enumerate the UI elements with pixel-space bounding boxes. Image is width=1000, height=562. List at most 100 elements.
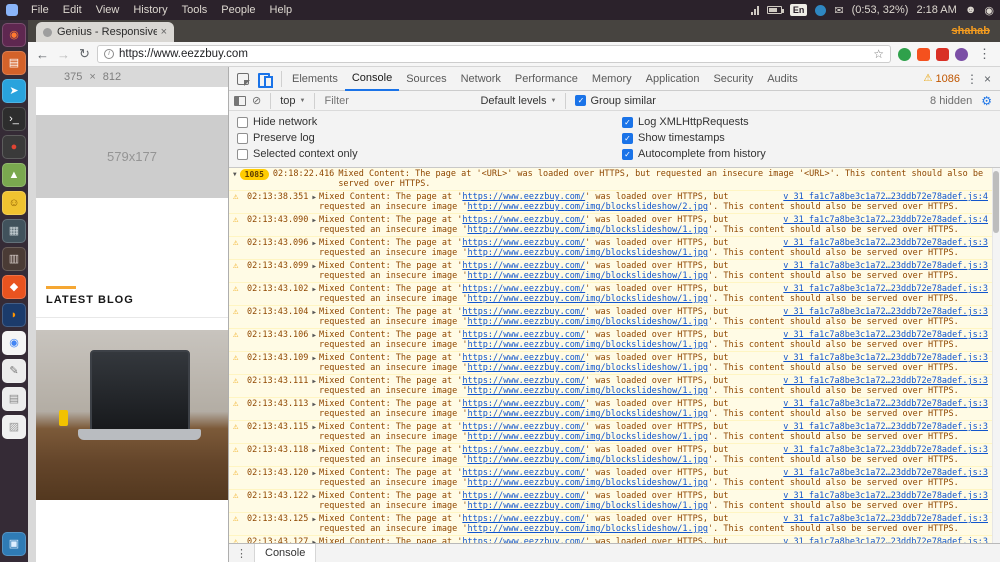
expand-caret-icon[interactable]: ▶ xyxy=(312,400,316,410)
execution-context-select[interactable]: top ▼ xyxy=(280,95,305,107)
devtools-menu-icon[interactable]: ⋮ xyxy=(966,72,978,86)
mail-icon[interactable]: ✉ xyxy=(834,4,843,17)
expand-caret-icon[interactable]: ▶ xyxy=(312,262,316,272)
bookmark-star-icon[interactable]: ☆ xyxy=(873,47,884,61)
source-location-link[interactable]: v_31_fa1c7a8be3c1a72…23ddb72e78adef.js:3 xyxy=(783,422,988,432)
firefox-icon[interactable]: ◗ xyxy=(2,303,26,327)
source-location-link[interactable]: v_31_fa1c7a8be3c1a72…23ddb72e78adef.js:3 xyxy=(783,537,988,543)
expand-caret-icon[interactable]: ▶ xyxy=(312,469,316,479)
url-bar[interactable]: i https://www.eezzbuy.com ☆ xyxy=(97,45,891,63)
forward-button[interactable]: → xyxy=(55,47,72,62)
device-toolbar-toggle-icon[interactable] xyxy=(258,72,273,85)
page-url-link[interactable]: https://www.eezzbuy.com/ xyxy=(462,192,585,202)
image-url-link[interactable]: http://www.eezzbuy.com/img/blockslidesho… xyxy=(467,317,708,327)
page-url-link[interactable]: https://www.eezzbuy.com/ xyxy=(462,353,585,363)
image-url-link[interactable]: http://www.eezzbuy.com/img/blockslidesho… xyxy=(467,501,708,511)
setting-preserve-log[interactable]: Preserve log xyxy=(229,130,614,146)
console-scrollbar[interactable] xyxy=(992,168,1000,543)
page-url-link[interactable]: https://www.eezzbuy.com/ xyxy=(462,330,585,340)
expand-caret-icon[interactable]: ▶ xyxy=(312,515,316,525)
collapse-caret-icon[interactable]: ▼ xyxy=(233,170,237,180)
expand-caret-icon[interactable]: ▶ xyxy=(312,308,316,318)
source-location-link[interactable]: v_31_fa1c7a8be3c1a72…23ddb72e78adef.js:3 xyxy=(783,261,988,271)
console-log[interactable]: ▼ 1085 02:18:22.416 Mixed Content: The p… xyxy=(229,168,1000,543)
tab-network[interactable]: Network xyxy=(454,67,508,91)
image-url-link[interactable]: http://www.eezzbuy.com/img/blockslidesho… xyxy=(467,202,708,212)
tab-application[interactable]: Application xyxy=(639,67,707,91)
page-url-link[interactable]: https://www.eezzbuy.com/ xyxy=(462,468,585,478)
menu-edit[interactable]: Edit xyxy=(63,4,82,16)
menu-history[interactable]: History xyxy=(133,4,167,16)
page-url-link[interactable]: https://www.eezzbuy.com/ xyxy=(462,376,585,386)
expand-caret-icon[interactable]: ▶ xyxy=(312,492,316,502)
expand-caret-icon[interactable]: ▶ xyxy=(312,331,316,341)
tab-sources[interactable]: Sources xyxy=(399,67,453,91)
checkbox-icon[interactable]: ✓ xyxy=(575,95,586,106)
expand-caret-icon[interactable]: ▶ xyxy=(312,354,316,364)
recorder-icon[interactable]: ● xyxy=(2,135,26,159)
terminal-icon[interactable]: ›_ xyxy=(2,107,26,131)
page-info-icon[interactable]: i xyxy=(104,49,114,59)
text-editor-icon[interactable]: ✎ xyxy=(2,359,26,383)
tab-memory[interactable]: Memory xyxy=(585,67,639,91)
files-icon[interactable]: ▤ xyxy=(2,51,26,75)
setting-autocomplete-from-history[interactable]: ✓Autocomplete from history xyxy=(614,146,766,162)
ubuntu-launcher-icon[interactable]: ◉ xyxy=(2,23,26,47)
tab-elements[interactable]: Elements xyxy=(285,67,345,91)
reload-button[interactable]: ↻ xyxy=(76,46,93,62)
page-url-link[interactable]: https://www.eezzbuy.com/ xyxy=(462,284,585,294)
back-button[interactable]: ← xyxy=(34,47,51,62)
page-url-link[interactable]: https://www.eezzbuy.com/ xyxy=(462,307,585,317)
console-settings-gear-icon[interactable]: ⚙ xyxy=(981,94,992,108)
extension-icon-1[interactable] xyxy=(898,48,911,61)
log-levels-select[interactable]: Default levels ▼ xyxy=(480,95,556,107)
setting-show-timestamps[interactable]: ✓Show timestamps xyxy=(614,130,766,146)
extension-icon-3[interactable] xyxy=(936,48,949,61)
image-url-link[interactable]: http://www.eezzbuy.com/img/blockslidesho… xyxy=(467,271,708,281)
image-url-link[interactable]: http://www.eezzbuy.com/img/blockslidesho… xyxy=(467,455,708,465)
setting-hide-network[interactable]: Hide network xyxy=(229,114,614,130)
source-location-link[interactable]: v_31_fa1c7a8be3c1a72…23ddb72e78adef.js:3 xyxy=(783,468,988,478)
expand-caret-icon[interactable]: ▶ xyxy=(312,446,316,456)
checkbox-icon[interactable] xyxy=(237,133,248,144)
drawer-menu-icon[interactable]: ⋮ xyxy=(236,547,247,560)
menu-tools[interactable]: Tools xyxy=(182,4,208,16)
image-url-link[interactable]: http://www.eezzbuy.com/img/blockslidesho… xyxy=(467,478,708,488)
image-url-link[interactable]: http://www.eezzbuy.com/img/blockslidesho… xyxy=(467,409,708,419)
source-location-link[interactable]: v_31_fa1c7a8be3c1a72…23ddb72e78adef.js:4 xyxy=(783,192,988,202)
browser-menu-icon[interactable]: ⋮ xyxy=(978,46,991,62)
console-filter-input[interactable] xyxy=(324,95,474,107)
page-url-link[interactable]: https://www.eezzbuy.com/ xyxy=(462,238,585,248)
game-icon[interactable]: ☺ xyxy=(2,191,26,215)
page-url-link[interactable]: https://www.eezzbuy.com/ xyxy=(462,215,585,225)
keyboard-layout-badge[interactable]: En xyxy=(790,4,808,16)
chrome-icon[interactable]: ◉ xyxy=(2,331,26,355)
group-similar-toggle[interactable]: ✓ Group similar xyxy=(575,95,655,107)
image-url-link[interactable]: http://www.eezzbuy.com/img/blockslidesho… xyxy=(467,363,708,373)
checkbox-icon[interactable]: ✓ xyxy=(622,133,633,144)
menu-people[interactable]: People xyxy=(221,4,255,16)
page-url-link[interactable]: https://www.eezzbuy.com/ xyxy=(462,261,585,271)
clear-console-icon[interactable]: ⊘ xyxy=(252,94,261,107)
trash-icon[interactable]: ▣ xyxy=(2,532,26,556)
source-location-link[interactable]: v_31_fa1c7a8be3c1a72…23ddb72e78adef.js:3 xyxy=(783,284,988,294)
power-menu-icon[interactable]: ◉ xyxy=(984,4,994,17)
expand-caret-icon[interactable]: ▶ xyxy=(312,377,316,387)
clock[interactable]: 2:18 AM xyxy=(916,4,956,16)
expand-caret-icon[interactable]: ▶ xyxy=(312,216,316,226)
page-url-link[interactable]: https://www.eezzbuy.com/ xyxy=(462,399,585,409)
menu-view[interactable]: View xyxy=(96,4,120,16)
device-height-value[interactable]: 812 xyxy=(103,71,121,83)
checkbox-icon[interactable]: ✓ xyxy=(622,149,633,160)
user-menu-icon[interactable]: ☻ xyxy=(965,4,977,16)
software-store-icon[interactable]: ◆ xyxy=(2,275,26,299)
devtools-close-icon[interactable]: × xyxy=(984,72,991,86)
image-url-link[interactable]: http://www.eezzbuy.com/img/blockslidesho… xyxy=(467,386,708,396)
bluetooth-icon[interactable] xyxy=(815,5,826,16)
image-url-link[interactable]: http://www.eezzbuy.com/img/blockslidesho… xyxy=(467,524,708,534)
source-location-link[interactable]: v_31_fa1c7a8be3c1a72…23ddb72e78adef.js:3 xyxy=(783,514,988,524)
inspect-element-icon[interactable] xyxy=(237,73,249,85)
device-width-value[interactable]: 375 xyxy=(64,71,82,83)
scrollbar-thumb[interactable] xyxy=(993,171,999,233)
drawer-tab-console[interactable]: Console xyxy=(254,544,316,562)
